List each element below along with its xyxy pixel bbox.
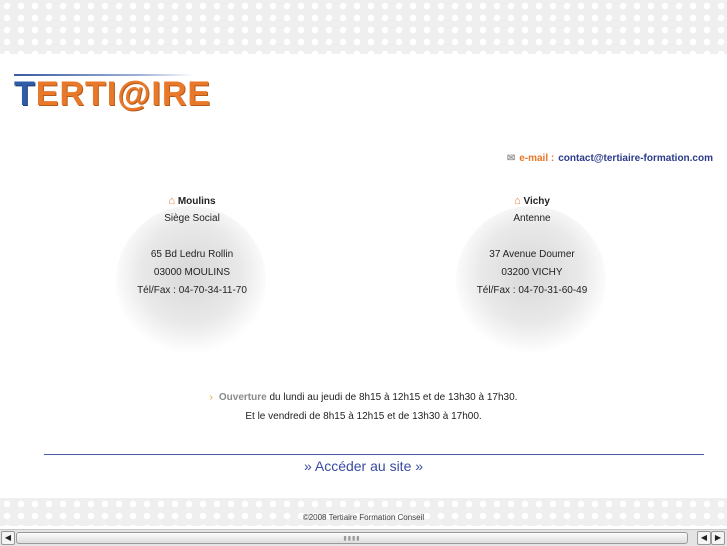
decorative-top-band xyxy=(0,0,727,54)
office-postal: 03000 MOULINS xyxy=(153,267,231,278)
opening-hours-line2: Et le vendredi de 8h15 à 12h15 et de 13h… xyxy=(245,411,482,422)
office-postal: 03200 VICHY xyxy=(501,267,563,278)
home-icon: ⌂ xyxy=(514,195,521,207)
divider xyxy=(44,454,704,455)
footer-copyright: ©2008 Tertiaire Formation Conseil xyxy=(302,513,425,522)
office-role: Siège Social xyxy=(164,213,220,224)
email-link[interactable]: contact@tertiaire-formation.com xyxy=(558,153,713,164)
horizontal-scrollbar[interactable]: ◀ ▮▮▮▮ ◀ ▶ xyxy=(0,529,727,546)
scrollbar-thumb[interactable]: ▮▮▮▮ xyxy=(16,532,688,544)
office-phone: Tél/Fax : 04-70-31-60-49 xyxy=(476,285,588,296)
enter-site-link[interactable]: » Accéder au site » xyxy=(0,458,727,474)
scroll-left-button-2[interactable]: ◀ xyxy=(697,531,711,545)
scroll-right-button[interactable]: ▶ xyxy=(711,531,725,545)
office-street: 37 Avenue Doumer xyxy=(489,249,575,260)
office-city: Moulins xyxy=(177,196,216,207)
office-vichy: ⌂ Vichy Antenne 37 Avenue Doumer 03200 V… xyxy=(432,192,632,356)
office-moulins: ⌂ Moulins Siège Social 65 Bd Ledru Rolli… xyxy=(92,192,292,356)
envelope-icon: ✉ xyxy=(506,153,516,164)
home-icon: ⌂ xyxy=(168,195,176,207)
logo-text: TERTI@IRE xyxy=(14,75,212,113)
email-line: ✉ e-mail : contact@tertiaire-formation.c… xyxy=(507,153,713,164)
office-city: Vichy xyxy=(523,196,550,207)
opening-hours-line1: › Ouverture du lundi au jeudi de 8h15 à 1… xyxy=(0,392,727,403)
office-phone: Tél/Fax : 04-70-34-11-70 xyxy=(137,285,247,296)
scroll-left-button[interactable]: ◀ xyxy=(1,531,15,545)
hours-weekdays: du lundi au jeudi de 8h15 à 12h15 et de … xyxy=(269,392,518,403)
site-logo: TERTI@IRE xyxy=(14,76,211,112)
office-street: 65 Bd Ledru Rollin xyxy=(150,249,234,260)
grip-icon: ▮▮▮▮ xyxy=(343,535,361,542)
office-role: Antenne xyxy=(513,213,551,224)
hours-label: Ouverture xyxy=(218,392,267,403)
email-label: e-mail : xyxy=(519,153,555,164)
chevron-right-icon: › xyxy=(209,392,213,403)
